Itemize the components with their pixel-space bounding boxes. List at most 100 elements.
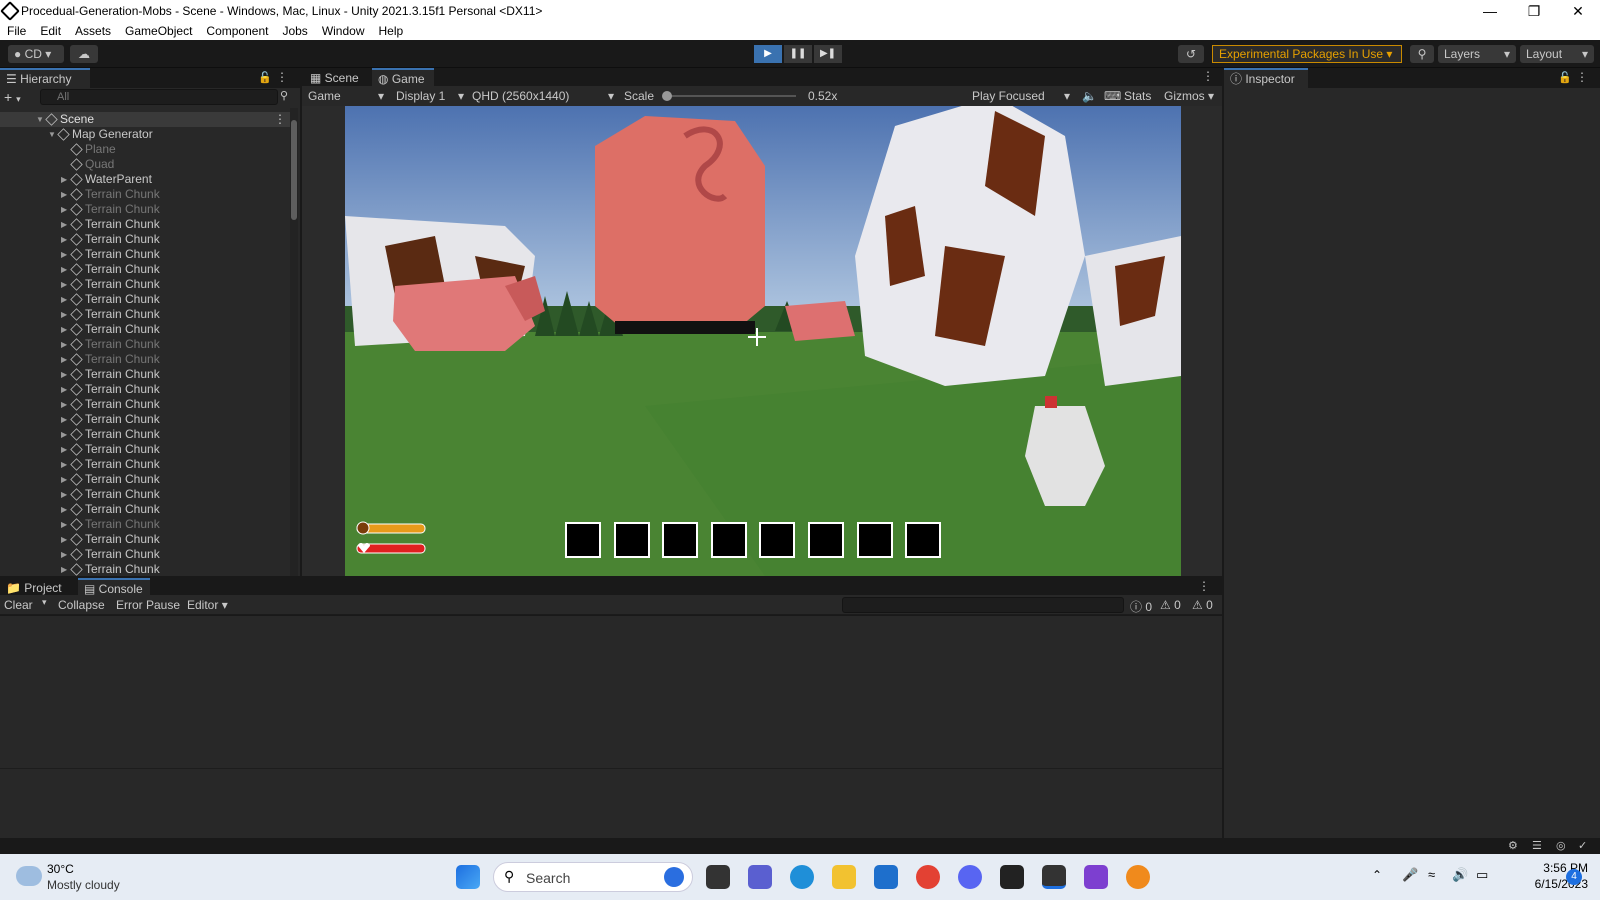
collapse-arrow-icon[interactable]: ▶ bbox=[61, 457, 67, 472]
hierarchy-item[interactable]: ▶ Terrain Chunk bbox=[0, 307, 290, 322]
restore-icon[interactable]: ❐ bbox=[1512, 0, 1556, 22]
keyboard-icon[interactable]: ⌨ bbox=[1104, 86, 1121, 106]
inspector-lock-icon[interactable]: 🔓 bbox=[1558, 71, 1572, 84]
hierarchy-item[interactable]: Plane bbox=[0, 142, 290, 157]
weather-temperature[interactable]: 30°C bbox=[47, 862, 74, 876]
visual-studio-icon[interactable] bbox=[1084, 865, 1108, 889]
error-count[interactable]: ⚠ 0 bbox=[1192, 598, 1213, 612]
menu-file[interactable]: File bbox=[0, 24, 33, 38]
edge-icon[interactable] bbox=[790, 865, 814, 889]
scene-row[interactable]: ▼ Scene ⋮ bbox=[0, 112, 290, 127]
hotbar-slot[interactable] bbox=[565, 522, 601, 558]
hierarchy-item[interactable]: ▶ Terrain Chunk bbox=[0, 322, 290, 337]
chrome-icon[interactable] bbox=[916, 865, 940, 889]
expand-arrow-icon[interactable]: ▼ bbox=[48, 127, 56, 142]
volume-icon[interactable]: 🔊 bbox=[1452, 867, 1468, 883]
hierarchy-item[interactable]: ▼ Map Generator bbox=[0, 127, 290, 142]
center-more-icon[interactable]: ⋮ bbox=[1202, 69, 1214, 83]
cloud-icon[interactable]: ☁ bbox=[70, 45, 98, 63]
add-object-button[interactable]: + ▾ bbox=[4, 88, 34, 106]
hotbar-slot[interactable] bbox=[905, 522, 942, 558]
close-icon[interactable]: ✕ bbox=[1556, 0, 1600, 22]
debug-icon[interactable]: ⚙ bbox=[1508, 839, 1518, 852]
menu-window[interactable]: Window bbox=[315, 24, 372, 38]
collapse-arrow-icon[interactable]: ▶ bbox=[61, 532, 67, 547]
collapse-arrow-icon[interactable]: ▶ bbox=[61, 472, 67, 487]
collapse-arrow-icon[interactable]: ▶ bbox=[61, 262, 67, 277]
collapse-arrow-icon[interactable]: ▶ bbox=[61, 217, 67, 232]
scene-more-icon[interactable]: ⋮ bbox=[274, 112, 286, 127]
console-search-input[interactable] bbox=[842, 597, 1124, 613]
collapse-arrow-icon[interactable]: ▶ bbox=[61, 487, 67, 502]
menu-assets[interactable]: Assets bbox=[68, 24, 118, 38]
gizmos-button[interactable]: Gizmos bbox=[1164, 86, 1205, 106]
error-pause-button[interactable]: Error Pause bbox=[116, 598, 180, 612]
hierarchy-item[interactable]: ▶ Terrain Chunk bbox=[0, 397, 290, 412]
hierarchy-item[interactable]: ▶ Terrain Chunk bbox=[0, 562, 290, 577]
hierarchy-item[interactable]: ▶ Terrain Chunk bbox=[0, 277, 290, 292]
tab-hierarchy[interactable]: ☰ Hierarchy bbox=[0, 68, 90, 88]
tab-game[interactable]: ◍ Game bbox=[372, 68, 434, 88]
game-mode-dropdown[interactable]: Game ▾ bbox=[308, 86, 388, 106]
inspector-more-icon[interactable]: ⋮ bbox=[1576, 70, 1588, 84]
collapse-arrow-icon[interactable]: ▶ bbox=[61, 277, 67, 292]
cache-icon[interactable]: ☰ bbox=[1532, 839, 1542, 852]
teams-chat-icon[interactable] bbox=[748, 865, 772, 889]
weather-condition[interactable]: Mostly cloudy bbox=[47, 878, 120, 892]
collapse-arrow-icon[interactable]: ▶ bbox=[61, 547, 67, 562]
collapse-arrow-icon[interactable]: ▶ bbox=[61, 232, 67, 247]
game-render[interactable] bbox=[345, 106, 1181, 576]
collab-icon[interactable]: ◎ bbox=[1556, 839, 1566, 852]
hierarchy-item[interactable]: ▶ Terrain Chunk bbox=[0, 247, 290, 262]
collapse-arrow-icon[interactable]: ▶ bbox=[61, 322, 67, 337]
hierarchy-item[interactable]: ▶ Terrain Chunk bbox=[0, 412, 290, 427]
collapse-arrow-icon[interactable]: ▶ bbox=[61, 382, 67, 397]
experimental-packages-button[interactable]: Experimental Packages In Use ▾ bbox=[1212, 45, 1402, 63]
microphone-icon[interactable]: 🎤 bbox=[1402, 867, 1418, 883]
hierarchy-item[interactable]: ▶ Terrain Chunk bbox=[0, 232, 290, 247]
hierarchy-item[interactable]: ▶ WaterParent bbox=[0, 172, 290, 187]
weather-cloud-icon[interactable] bbox=[16, 866, 42, 886]
hierarchy-item[interactable]: ▶ Terrain Chunk bbox=[0, 532, 290, 547]
search-icon[interactable]: ⚲ bbox=[1410, 45, 1434, 63]
terminal-icon[interactable] bbox=[1000, 865, 1024, 889]
mail-icon[interactable] bbox=[874, 865, 898, 889]
bottom-more-icon[interactable]: ⋮ bbox=[1198, 579, 1210, 593]
wifi-icon[interactable]: ≈ bbox=[1428, 867, 1435, 882]
collapse-arrow-icon[interactable]: ▶ bbox=[61, 397, 67, 412]
collapse-arrow-icon[interactable]: ▶ bbox=[61, 442, 67, 457]
game-viewport[interactable] bbox=[302, 106, 1222, 576]
hierarchy-item[interactable]: Quad bbox=[0, 157, 290, 172]
editor-dropdown[interactable]: Editor ▾ bbox=[187, 598, 228, 612]
pause-button[interactable]: ❚❚ bbox=[784, 45, 812, 63]
account-dropdown[interactable]: ● CD ▾ bbox=[8, 45, 64, 63]
menu-help[interactable]: Help bbox=[372, 24, 411, 38]
hotbar-slot[interactable] bbox=[856, 522, 893, 558]
collapse-arrow-icon[interactable]: ▶ bbox=[61, 367, 67, 382]
collapse-arrow-icon[interactable]: ▶ bbox=[61, 202, 67, 217]
hierarchy-item[interactable]: ▶ Terrain Chunk bbox=[0, 352, 290, 367]
hierarchy-item[interactable]: ▶ Terrain Chunk bbox=[0, 502, 290, 517]
hierarchy-item[interactable]: ▶ Terrain Chunk bbox=[0, 367, 290, 382]
resolution-dropdown[interactable]: QHD (2560x1440) ▾ bbox=[472, 86, 614, 106]
discord-icon[interactable] bbox=[958, 865, 982, 889]
hierarchy-item[interactable]: ▶ Terrain Chunk bbox=[0, 262, 290, 277]
stats-button[interactable]: Stats bbox=[1124, 86, 1151, 106]
minimize-icon[interactable]: — bbox=[1468, 0, 1512, 22]
hierarchy-item[interactable]: ▶ Terrain Chunk bbox=[0, 217, 290, 232]
hotbar-slot[interactable] bbox=[759, 522, 796, 558]
hierarchy-item[interactable]: ▶ Terrain Chunk bbox=[0, 292, 290, 307]
hierarchy-item[interactable]: ▶ Terrain Chunk bbox=[0, 487, 290, 502]
mute-audio-icon[interactable]: 🔈 bbox=[1082, 86, 1097, 106]
menu-gameobject[interactable]: GameObject bbox=[118, 24, 199, 38]
unity-taskbar-icon[interactable] bbox=[1042, 865, 1066, 889]
notification-badge[interactable]: 4 bbox=[1566, 869, 1582, 885]
scale-slider[interactable] bbox=[662, 91, 796, 101]
hierarchy-item[interactable]: ▶ Terrain Chunk bbox=[0, 442, 290, 457]
collapse-arrow-icon[interactable]: ▶ bbox=[61, 352, 67, 367]
hierarchy-item[interactable]: ▶ Terrain Chunk bbox=[0, 517, 290, 532]
hotbar-slot[interactable] bbox=[808, 522, 844, 558]
collapse-button[interactable]: Collapse bbox=[58, 598, 105, 612]
menu-edit[interactable]: Edit bbox=[33, 24, 68, 38]
hierarchy-scrollbar[interactable] bbox=[290, 108, 298, 576]
